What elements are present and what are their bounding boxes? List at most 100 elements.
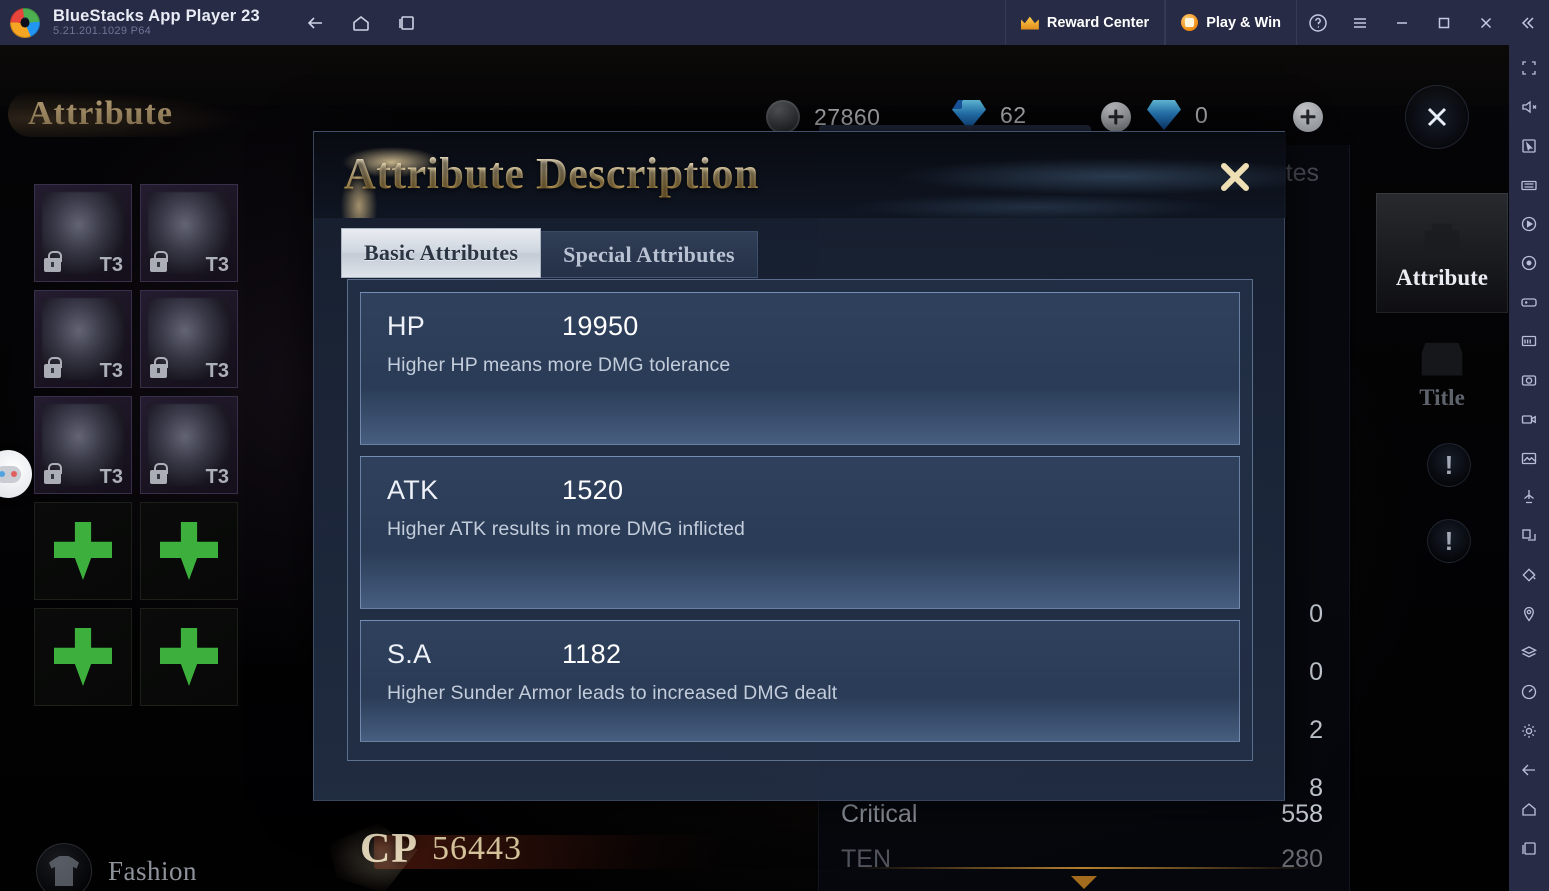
combat-power: CP 56443 <box>328 823 724 891</box>
menu-icon[interactable] <box>1339 0 1381 45</box>
nav-item-label: Title <box>1419 385 1465 410</box>
help-icon[interactable] <box>1297 0 1339 45</box>
add-diamond-button[interactable] <box>1293 102 1323 132</box>
equipment-slot[interactable]: T3 <box>34 396 132 494</box>
app-title-group: BlueStacks App Player 23 5.21.201.1029 P… <box>53 6 260 38</box>
bluestacks-titlebar: BlueStacks App Player 23 5.21.201.1029 P… <box>0 0 1549 45</box>
install-apk-icon[interactable] <box>1512 324 1546 358</box>
equipment-slot[interactable]: T3 <box>34 184 132 282</box>
equipment-slot-empty[interactable] <box>140 608 238 706</box>
mute-icon[interactable] <box>1512 90 1546 124</box>
crown-icon <box>1020 16 1039 30</box>
stat-value: 280 <box>1281 845 1323 873</box>
dialog-tabs: Basic Attributes Special Attributes <box>341 228 758 278</box>
add-bound-diamond-button[interactable] <box>1101 102 1131 132</box>
titlebar-right-group: Reward Center Play & Win <box>1004 0 1549 45</box>
equipment-tier: T3 <box>205 254 229 276</box>
close-window-icon[interactable] <box>1465 0 1507 45</box>
performance-icon[interactable] <box>1512 675 1546 709</box>
lock-icon <box>44 463 62 484</box>
fullscreen-icon[interactable] <box>1512 51 1546 85</box>
gamepad-icon <box>0 465 21 483</box>
attribute-value: 1520 <box>562 475 624 505</box>
nav-item-attribute[interactable]: Attribute <box>1376 193 1508 313</box>
attribute-list[interactable]: HP 19950 Higher HP means more DMG tolera… <box>347 279 1253 761</box>
attribute-description: Higher Sunder Armor leads to increased D… <box>387 682 838 704</box>
tab-basic-attributes[interactable]: Basic Attributes <box>341 228 542 278</box>
status-badge[interactable]: ! <box>1427 443 1471 487</box>
play-win-icon <box>1181 14 1199 31</box>
android-home-icon[interactable] <box>1512 792 1546 826</box>
scroll-down-chevron-icon[interactable] <box>1071 876 1097 889</box>
play-and-win-button[interactable]: Play & Win <box>1165 0 1297 45</box>
fashion-armor-icon <box>36 843 92 891</box>
equipment-slot[interactable]: T3 <box>140 396 238 494</box>
attribute-description: Higher HP means more DMG tolerance <box>387 354 731 376</box>
cp-plate <box>374 835 724 869</box>
equipment-slot[interactable]: T3 <box>140 184 238 282</box>
fashion-button[interactable]: Fashion <box>36 843 197 891</box>
panel-divider <box>853 867 1315 869</box>
lock-icon <box>150 251 168 272</box>
equipment-slot[interactable]: T3 <box>140 290 238 388</box>
cursor-icon[interactable] <box>1512 129 1546 163</box>
equipment-tier: T3 <box>99 360 123 382</box>
maximize-icon[interactable] <box>1423 0 1465 45</box>
record-video-icon[interactable] <box>1512 402 1546 436</box>
shake-icon[interactable] <box>1512 558 1546 592</box>
settings-icon[interactable] <box>1512 714 1546 748</box>
nav-item-title[interactable]: Title <box>1376 313 1508 433</box>
dialog-close-button[interactable] <box>1208 150 1262 204</box>
equipment-slot-empty[interactable] <box>34 502 132 600</box>
keyboard-controls-icon[interactable] <box>1512 168 1546 202</box>
equipment-slot-empty[interactable] <box>34 608 132 706</box>
rotate-icon[interactable] <box>1512 246 1546 280</box>
attribute-name: ATK <box>387 475 439 505</box>
equipment-grid: T3 T3 T3 T3 T3 T3 <box>34 184 238 706</box>
tab-special-attributes[interactable]: Special Attributes <box>541 231 758 278</box>
status-badge-label: ! <box>1444 450 1454 480</box>
right-nav: Attribute Title <box>1376 193 1508 433</box>
attribute-card-header: ATK 1520 <box>387 475 1213 506</box>
status-badge-label: ! <box>1444 526 1454 556</box>
stat-label: TEN <box>841 845 891 873</box>
eco-mode-icon[interactable] <box>1512 480 1546 514</box>
app-title: BlueStacks App Player 23 <box>53 6 260 25</box>
android-recents-icon[interactable] <box>1512 831 1546 865</box>
bluestacks-sidebar <box>1509 45 1549 891</box>
equipment-slot-empty[interactable] <box>140 502 238 600</box>
back-arrow-icon[interactable] <box>302 10 328 36</box>
minimize-icon[interactable] <box>1381 0 1423 45</box>
multi-instance-icon[interactable] <box>1512 519 1546 553</box>
home-icon[interactable] <box>348 10 374 36</box>
stat-value: 0 <box>1309 658 1323 686</box>
reward-center-button[interactable]: Reward Center <box>1004 0 1166 45</box>
equipment-slot[interactable]: T3 <box>34 290 132 388</box>
game-viewport: Attribute 27860 62 0 T3 T3 T3 T3 T3 T3 F… <box>0 45 1509 891</box>
equipment-tier: T3 <box>205 466 229 488</box>
nav-item-label: Attribute <box>1396 265 1488 290</box>
lock-icon <box>44 357 62 378</box>
page-title: Attribute <box>28 95 173 132</box>
recents-icon[interactable] <box>394 10 420 36</box>
diamond-value: 0 <box>1195 101 1209 128</box>
add-equipment-icon <box>160 522 218 580</box>
titlebar-nav-group <box>302 10 420 36</box>
layers-icon[interactable] <box>1512 636 1546 670</box>
fashion-label: Fashion <box>108 855 198 886</box>
media-manager-icon[interactable] <box>1512 441 1546 475</box>
stat-value: 8 <box>1309 774 1323 802</box>
gamepad-icon[interactable] <box>1512 285 1546 319</box>
screenshot-icon[interactable] <box>1512 363 1546 397</box>
add-equipment-icon <box>54 522 112 580</box>
add-equipment-icon <box>160 628 218 686</box>
android-back-icon[interactable] <box>1512 753 1546 787</box>
macro-icon[interactable] <box>1512 207 1546 241</box>
status-badge[interactable]: ! <box>1427 519 1471 563</box>
stat-value: 0 <box>1309 600 1323 628</box>
game-close-button[interactable] <box>1405 85 1469 149</box>
play-and-win-label: Play & Win <box>1206 14 1281 31</box>
location-icon[interactable] <box>1512 597 1546 631</box>
collapse-sidebar-icon[interactable] <box>1507 0 1549 45</box>
stat-value: 2 <box>1309 716 1323 744</box>
